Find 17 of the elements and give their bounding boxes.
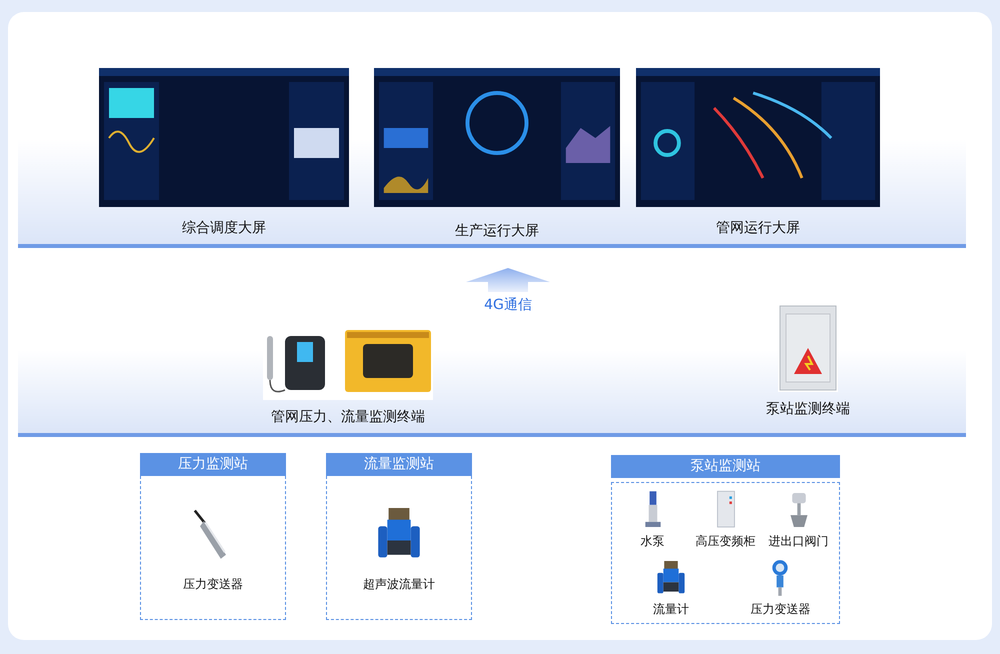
station-title: 流量监测站 bbox=[326, 453, 472, 476]
screen-label: 管网运行大屏 bbox=[716, 219, 800, 237]
device-label: 压力变送器 bbox=[183, 576, 243, 593]
station-title: 压力监测站 bbox=[140, 453, 286, 476]
device-label: 压力变送器 bbox=[750, 600, 810, 618]
device-label: 进出口阀门 bbox=[768, 532, 828, 550]
device-label: 超声波流量计 bbox=[363, 576, 435, 593]
terminal-label: 泵站监测终端 bbox=[766, 400, 850, 418]
device-label: 高压变频柜 bbox=[696, 532, 756, 550]
device-label: 流量计 bbox=[652, 600, 689, 618]
screen-label: 生产运行大屏 bbox=[455, 222, 539, 240]
link-label: 4G通信 bbox=[484, 296, 532, 314]
device-label: 水泵 bbox=[640, 532, 664, 550]
station-title: 泵站监测站 bbox=[611, 455, 840, 478]
terminal-label: 管网压力、流量监测终端 bbox=[271, 408, 425, 426]
up-arrow-icon bbox=[466, 268, 550, 292]
screen-label: 综合调度大屏 bbox=[182, 219, 266, 237]
